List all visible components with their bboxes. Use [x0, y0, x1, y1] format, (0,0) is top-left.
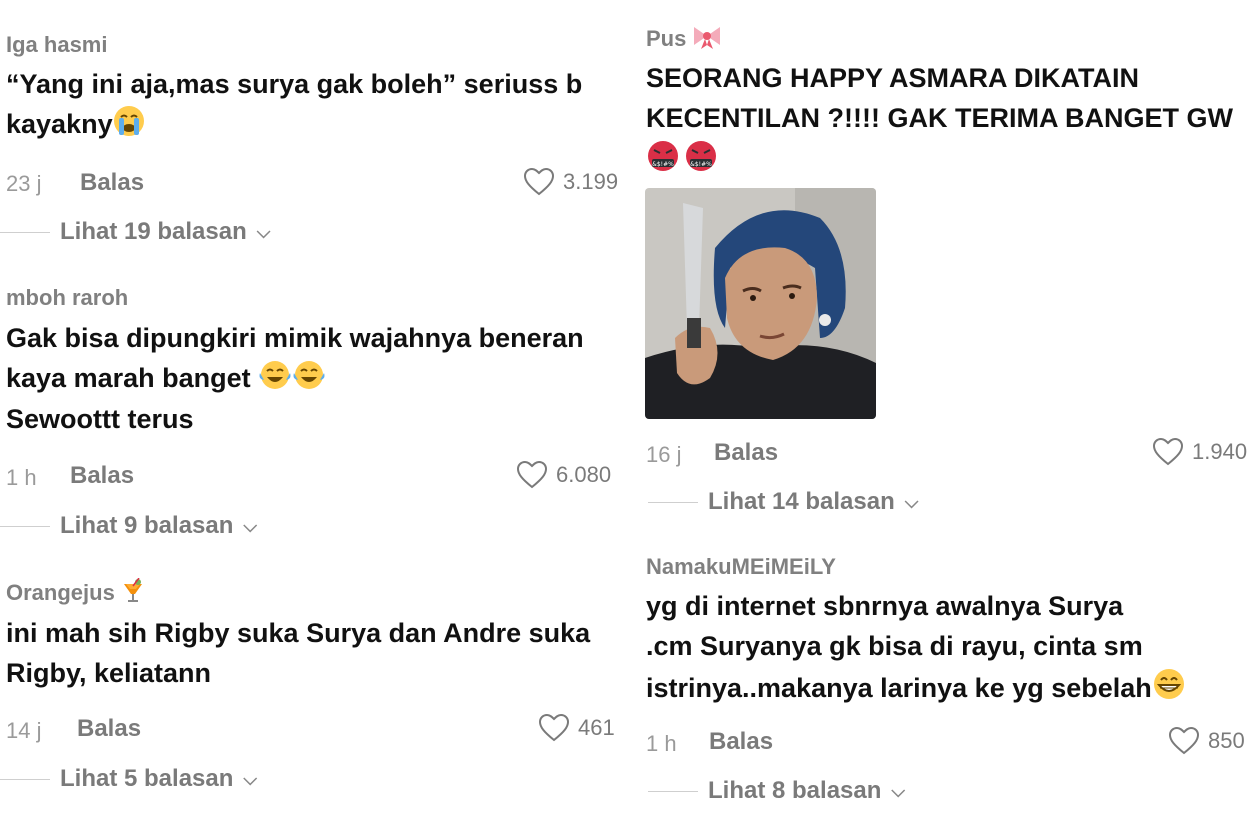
- view-replies-button[interactable]: Lihat 19 balasan ⌵: [0, 218, 270, 246]
- comment-time: 1 h: [6, 465, 37, 490]
- comment-username: Pus: [646, 26, 687, 51]
- divider-line: [0, 231, 50, 233]
- emoji-row: &$!#% &$!#%: [646, 139, 718, 174]
- beaming-face-emoji: [1153, 669, 1184, 699]
- chevron-down-icon: ⌵: [243, 768, 258, 789]
- comment-time: 14 j: [6, 718, 42, 743]
- like-button[interactable]: 3.199: [523, 167, 618, 197]
- loudly-crying-face-emoji: [113, 106, 144, 136]
- reply-button[interactable]: Balas: [714, 439, 778, 467]
- chevron-down-icon: ⌵: [891, 780, 906, 801]
- comment-username[interactable]: Iga hasmi: [6, 32, 107, 58]
- comment-text-line: kaya marah banget: [6, 358, 326, 398]
- like-button[interactable]: 6.080: [516, 460, 611, 490]
- comment-text-fragment: kaya marah banget: [6, 363, 251, 393]
- view-replies-label: Lihat 9 balasan: [60, 512, 234, 539]
- reply-button[interactable]: Balas: [80, 169, 144, 197]
- comment-text-line: yg di internet sbnrnya awalnya Surya: [646, 591, 1124, 621]
- comment-username: Orangejus: [6, 580, 115, 605]
- svg-text:&$!#%: &$!#%: [652, 161, 674, 168]
- view-replies-label: Lihat 19 balasan: [60, 218, 247, 245]
- like-button[interactable]: 850: [1168, 726, 1245, 756]
- comment-text-line: Gak bisa dipungkiri mimik wajahnya bener…: [6, 323, 584, 353]
- comment-time: 16 j: [646, 442, 682, 467]
- view-replies-button[interactable]: Lihat 5 balasan ⌵: [0, 765, 257, 793]
- comment-text-line: Rigby, keliatann: [6, 658, 212, 688]
- divider-line: [0, 778, 50, 780]
- view-replies-label: Lihat 8 balasan: [708, 777, 882, 804]
- heart-outline-icon: [1168, 726, 1200, 755]
- like-count: 850: [1208, 728, 1245, 753]
- comment-image[interactable]: [645, 188, 876, 419]
- view-replies-button[interactable]: Lihat 14 balasan ⌵: [648, 488, 918, 516]
- comment-time: 1 h: [646, 731, 677, 756]
- face-with-tears-of-joy-emoji: [259, 361, 291, 389]
- comment-text-fragment: kayakny: [6, 109, 113, 139]
- comment-text-line: Sewoottt terus: [6, 404, 194, 434]
- divider-line: [0, 525, 50, 527]
- reply-button[interactable]: Balas: [77, 715, 141, 743]
- view-replies-button[interactable]: Lihat 9 balasan ⌵: [0, 512, 257, 540]
- like-button[interactable]: 461: [538, 713, 615, 743]
- comments-column-left: Iga hasmi “Yang ini aja,mas surya gak bo…: [0, 0, 640, 833]
- face-with-tears-of-joy-emoji: [293, 361, 325, 389]
- chevron-down-icon: ⌵: [243, 515, 258, 536]
- comment-photo-illustration: [645, 188, 876, 419]
- like-button[interactable]: 1.940: [1152, 437, 1247, 467]
- view-replies-label: Lihat 14 balasan: [708, 488, 895, 515]
- comment-text-line: ini mah sih Rigby suka Surya dan Andre s…: [6, 618, 591, 648]
- comment-username[interactable]: NamakuMEiMEiLY: [646, 554, 836, 580]
- view-replies-label: Lihat 5 balasan: [60, 765, 234, 792]
- divider-line: [648, 501, 698, 503]
- heart-outline-icon: [523, 167, 555, 196]
- ribbon-emoji: [694, 27, 721, 49]
- reply-button[interactable]: Balas: [70, 462, 134, 490]
- comment-text-line: “Yang ini aja,mas surya gak boleh” seriu…: [6, 69, 583, 99]
- divider-line: [648, 790, 698, 792]
- face-with-symbols-on-mouth-emoji: &$!#%: [648, 141, 678, 171]
- tropical-drink-emoji: [123, 578, 142, 602]
- comment-text-line: kayakny: [6, 104, 145, 144]
- comments-column-right: Pus SEORANG HAPPY ASMARA DIKATAIN KECENT…: [640, 0, 1250, 833]
- heart-outline-icon: [516, 460, 548, 489]
- reply-button[interactable]: Balas: [709, 728, 773, 756]
- comment-text-line: KECENTILAN ?!!!! GAK TERIMA BANGET GW: [646, 103, 1233, 133]
- like-count: 6.080: [556, 462, 612, 487]
- comment-text-fragment: istrinya..makanya larinya ke yg sebelah: [646, 673, 1152, 703]
- comment-text-line: .cm Suryanya gk bisa di rayu, cinta sm: [646, 631, 1143, 661]
- comment-username-row[interactable]: Orangejus: [6, 578, 145, 606]
- comment-username-row[interactable]: Pus: [646, 24, 722, 52]
- comment-text-line: SEORANG HAPPY ASMARA DIKATAIN: [646, 63, 1140, 93]
- chevron-down-icon: ⌵: [904, 491, 919, 512]
- heart-outline-icon: [538, 713, 570, 742]
- comment-username[interactable]: mboh raroh: [6, 285, 128, 311]
- like-count: 461: [578, 715, 615, 740]
- like-count: 1.940: [1192, 439, 1248, 464]
- face-with-symbols-on-mouth-emoji: &$!#%: [686, 141, 717, 171]
- heart-outline-icon: [1152, 437, 1184, 466]
- chevron-down-icon: ⌵: [256, 221, 271, 242]
- comment-text-line: istrinya..makanya larinya ke yg sebelah: [646, 667, 1186, 708]
- view-replies-button[interactable]: Lihat 8 balasan ⌵: [648, 777, 905, 805]
- svg-text:&$!#%: &$!#%: [691, 161, 713, 168]
- like-count: 3.199: [563, 169, 619, 194]
- comment-time: 23 j: [6, 171, 42, 196]
